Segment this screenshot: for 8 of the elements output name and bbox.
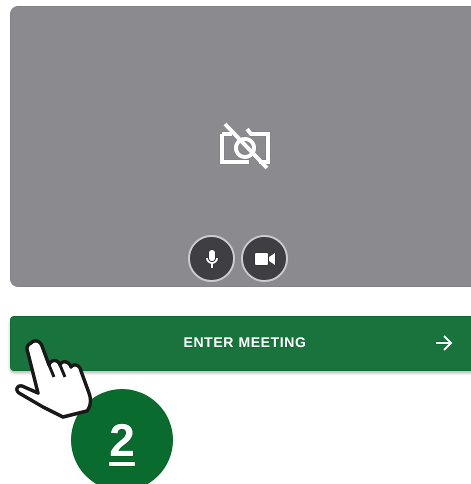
arrow-right-icon <box>435 335 453 351</box>
step-badge: 2 <box>71 389 173 484</box>
camera-button[interactable] <box>241 235 288 282</box>
microphone-button[interactable] <box>188 235 235 282</box>
pointing-hand-icon <box>13 339 95 419</box>
enter-meeting-button[interactable]: ENTER MEETING <box>10 316 471 371</box>
video-camera-icon <box>254 252 274 264</box>
microphone-icon <box>206 250 218 268</box>
